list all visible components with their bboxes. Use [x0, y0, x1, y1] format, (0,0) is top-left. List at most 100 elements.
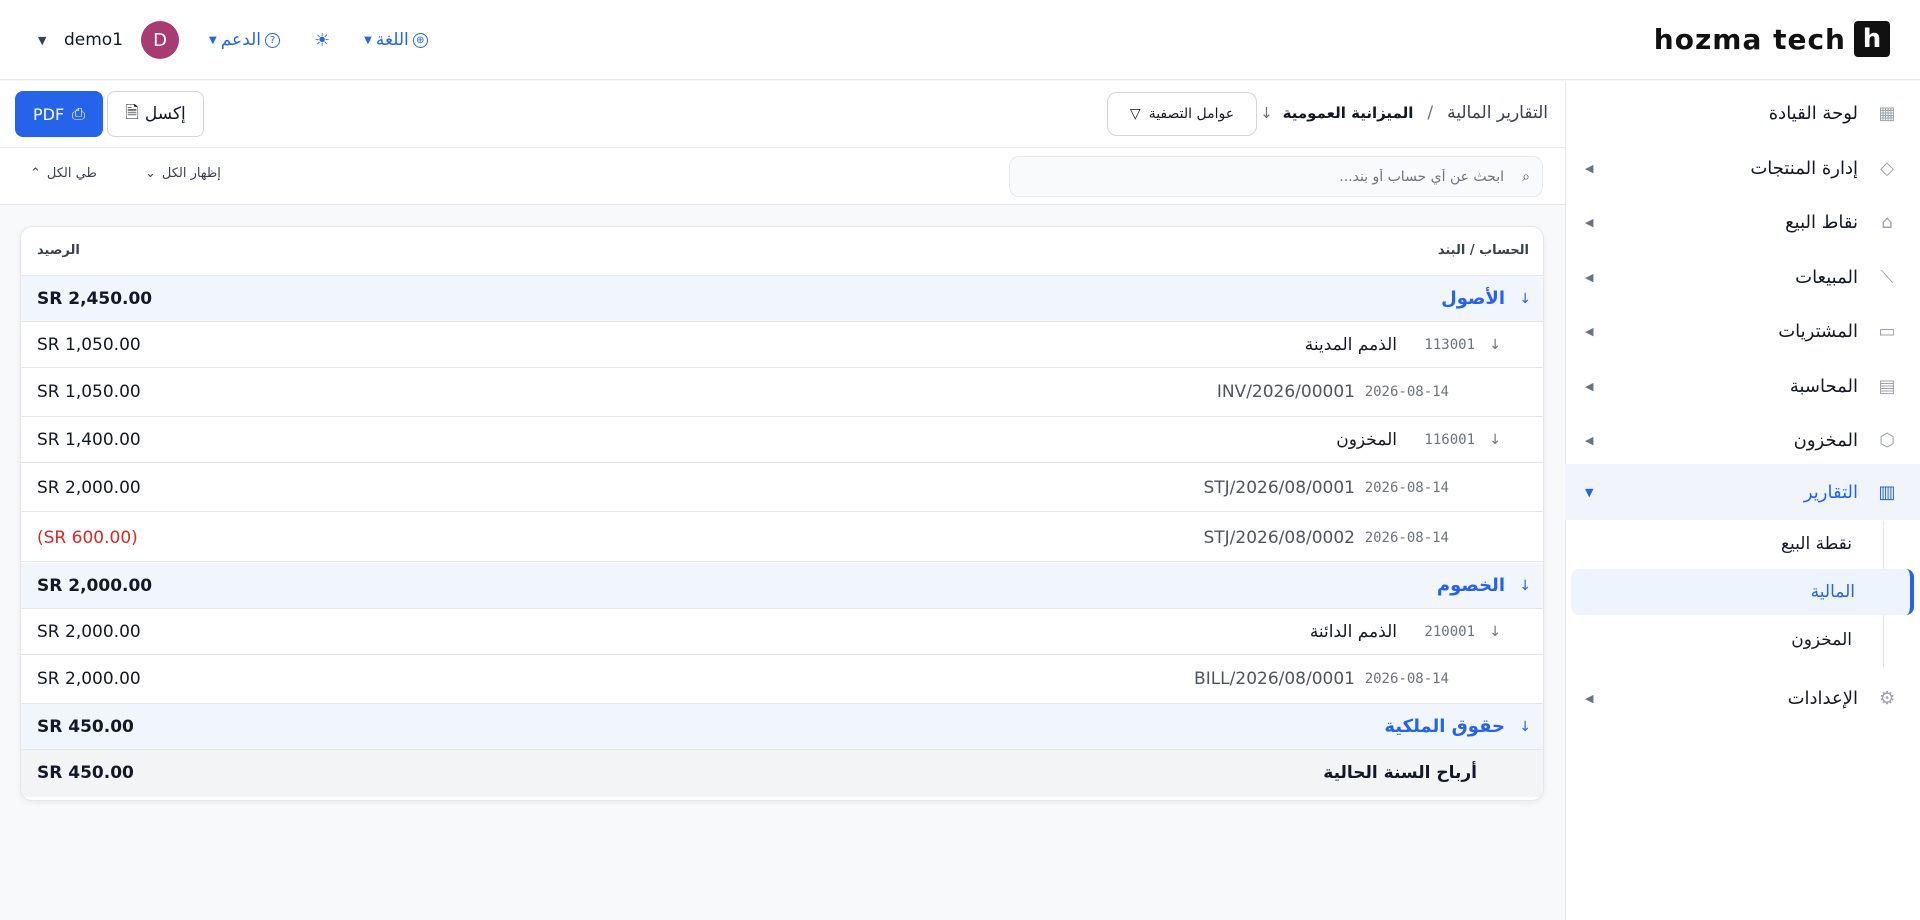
- collapse-all-button[interactable]: طي الكل ⌃: [30, 166, 97, 181]
- account-row[interactable]: ↓ 210001 الذمم الدائنة SR 2,000.00: [21, 609, 1543, 655]
- column-header-account: الحساب / البند: [1437, 243, 1529, 258]
- sidebar-item-accounting[interactable]: ▤ المحاسبة ◀: [1565, 360, 1920, 412]
- group-amount: SR 2,450.00: [37, 289, 153, 309]
- account-name: الذمم الدائنة: [1309, 622, 1397, 642]
- caret-left-icon: ◀: [1585, 379, 1594, 393]
- transaction-row[interactable]: 2026-08-14 STJ/2026/08/0002 (SR 600.00): [21, 513, 1543, 563]
- support-menu[interactable]: ▼ الدعم ?: [209, 30, 281, 50]
- sidebar-item-label: المخزون: [1793, 429, 1858, 451]
- export-pdf-button[interactable]: PDF ⎙: [15, 91, 103, 137]
- expand-all-button[interactable]: إظهار الكل ⌄: [145, 166, 221, 181]
- ledger-icon: ▤: [1878, 375, 1896, 397]
- globe-icon: ⊕: [412, 32, 428, 48]
- account-amount: SR 2,000.00: [37, 622, 141, 642]
- breadcrumb: التقارير المالية / الميزانية العمومية ↓: [1260, 103, 1548, 123]
- transaction-reference[interactable]: STJ/2026/08/0001: [1203, 463, 1355, 513]
- search-input[interactable]: [1010, 157, 1542, 196]
- collapse-arrow-icon[interactable]: ↓: [1489, 609, 1501, 655]
- collapse-arrow-icon[interactable]: ↓: [1489, 417, 1501, 463]
- user-name[interactable]: demo1: [64, 30, 123, 50]
- excel-file-icon: 🗎: [125, 102, 139, 123]
- transaction-row[interactable]: 2026-08-14 STJ/2026/08/0001 SR 2,000.00: [21, 463, 1543, 513]
- sidebar-item-settings[interactable]: ⚙ الإعدادات ◀: [1565, 672, 1920, 724]
- total-amount: SR 450.00: [37, 763, 134, 783]
- group-row-liabilities[interactable]: ↓ الخصوم SR 2,000.00: [21, 563, 1543, 609]
- export-excel-button[interactable]: إكسل 🗎: [107, 91, 204, 137]
- caret-left-icon: ◀: [1585, 161, 1594, 175]
- collapse-arrow-icon[interactable]: ↓: [1519, 563, 1531, 609]
- table-header: الحساب / البند الرصيد: [21, 227, 1543, 276]
- sidebar-item-sales[interactable]: ⟋ المبيعات ◀: [1565, 251, 1920, 303]
- transaction-row[interactable]: 2026-08-14 BILL/2026/08/0001 SR 2,000.00: [21, 655, 1543, 704]
- tag-icon: ◇: [1880, 157, 1894, 179]
- account-row[interactable]: ↓ 116001 المخزون SR 1,400.00: [21, 417, 1543, 463]
- filters-button[interactable]: عوامل التصفية ▽: [1107, 92, 1257, 136]
- breadcrumb-separator: /: [1427, 103, 1434, 123]
- chevron-down-icon: ▼: [364, 34, 372, 46]
- transaction-amount: SR 2,000.00: [37, 478, 141, 498]
- account-row[interactable]: ↓ 113001 الذمم المدينة SR 1,050.00: [21, 322, 1543, 368]
- report-toolbar: التقارير المالية / الميزانية العمومية ↓ …: [0, 81, 1565, 148]
- transaction-reference[interactable]: INV/2026/00001: [1217, 368, 1355, 417]
- chevron-down-icon: ▼: [209, 34, 217, 46]
- sidebar-subitem-financial-report[interactable]: المالية: [1571, 569, 1914, 615]
- sidebar-subitem-label: المخزون: [1791, 630, 1852, 650]
- group-name: الخصوم: [1436, 575, 1505, 596]
- transaction-amount: SR 1,050.00: [37, 382, 141, 402]
- account-code: 210001: [1424, 624, 1475, 640]
- group-amount: SR 2,000.00: [37, 576, 153, 596]
- sidebar-item-label: المحاسبة: [1789, 375, 1858, 397]
- search-icon: ⌕: [1522, 168, 1530, 185]
- report-selector[interactable]: الميزانية العمومية ↓: [1260, 104, 1413, 122]
- sidebar-subitem-label: المالية: [1810, 582, 1855, 602]
- transaction-amount: (SR 600.00): [37, 528, 138, 548]
- sidebar-item-label: نقاط البيع: [1785, 211, 1858, 233]
- total-row: أرباح السنة الحالية SR 450.00: [21, 750, 1543, 797]
- sidebar-item-label: التقارير: [1803, 481, 1858, 503]
- transaction-date: 2026-08-14: [1364, 530, 1449, 546]
- filter-icon: ▽: [1129, 106, 1141, 122]
- sidebar-item-pos[interactable]: ⌂ نقاط البيع ◀: [1565, 196, 1920, 248]
- search-row: ⌕ إظهار الكل ⌄ طي الكل ⌃: [0, 148, 1565, 205]
- collapse-arrow-icon[interactable]: ↓: [1489, 322, 1501, 368]
- transaction-reference[interactable]: STJ/2026/08/0002: [1203, 513, 1355, 563]
- sidebar-item-products[interactable]: ◇ إدارة المنتجات ◀: [1565, 142, 1920, 194]
- group-row-equity[interactable]: ↓ حقوق الملكية SR 450.00: [21, 704, 1543, 750]
- balance-sheet-table: الحساب / البند الرصيد ↓ الأصول SR 2,450.…: [20, 226, 1544, 801]
- collapse-arrow-icon[interactable]: ↓: [1519, 276, 1531, 322]
- sidebar-subitem-pos-report[interactable]: نقطة البيع: [1544, 521, 1884, 567]
- caret-left-icon: ◀: [1585, 433, 1594, 447]
- collapse-arrow-icon[interactable]: ↓: [1519, 704, 1531, 750]
- sidebar-item-label: المشتريات: [1778, 320, 1858, 342]
- top-bar: hozma tech h ▼ demo1 D ▼ الدعم ? ☀ ▼ الل…: [0, 0, 1920, 80]
- avatar[interactable]: D: [141, 21, 180, 59]
- breadcrumb-root[interactable]: التقارير المالية: [1447, 103, 1548, 123]
- gear-icon: ⚙: [1878, 687, 1896, 709]
- sidebar-item-dashboard[interactable]: ▦ لوحة القيادة: [1565, 87, 1920, 139]
- sidebar-item-reports[interactable]: ▥ التقارير ▼: [1565, 464, 1920, 520]
- account-name: المخزون: [1336, 430, 1397, 450]
- account-amount: SR 1,400.00: [37, 430, 141, 450]
- filters-label: عوامل التصفية: [1148, 106, 1235, 122]
- language-menu[interactable]: ▼ اللغة ⊕: [364, 30, 428, 50]
- sidebar-item-label: لوحة القيادة: [1768, 102, 1858, 124]
- printer-icon: ⎙: [72, 104, 85, 123]
- group-row-assets[interactable]: ↓ الأصول SR 2,450.00: [21, 276, 1543, 322]
- group-name: حقوق الملكية: [1384, 716, 1505, 737]
- sidebar-subitem-inventory-report[interactable]: المخزون: [1544, 617, 1884, 663]
- transaction-reference[interactable]: BILL/2026/08/0001: [1194, 655, 1355, 704]
- caret-down-icon: ▼: [1585, 485, 1594, 499]
- sidebar-item-purchases[interactable]: ▭ المشتريات ◀: [1565, 305, 1920, 357]
- sidebar: ▦ لوحة القيادة ◇ إدارة المنتجات ◀ ⌂ نقاط…: [1565, 81, 1920, 920]
- transaction-row[interactable]: 2026-08-14 INV/2026/00001 SR 1,050.00: [21, 368, 1543, 417]
- brand-logo[interactable]: hozma tech h: [1654, 20, 1890, 58]
- user-menu-chevron-down-icon[interactable]: ▼: [38, 34, 52, 47]
- card-icon: ▭: [1878, 320, 1896, 342]
- excel-label: إكسل: [144, 104, 186, 124]
- transaction-date: 2026-08-14: [1364, 671, 1449, 687]
- account-code: 113001: [1424, 337, 1475, 353]
- account-name: الذمم المدينة: [1304, 335, 1397, 355]
- brand-name: hozma tech: [1653, 22, 1846, 56]
- theme-toggle-sun-icon[interactable]: ☀: [314, 30, 330, 51]
- sidebar-item-inventory[interactable]: ⬡ المخزون ◀: [1565, 414, 1920, 466]
